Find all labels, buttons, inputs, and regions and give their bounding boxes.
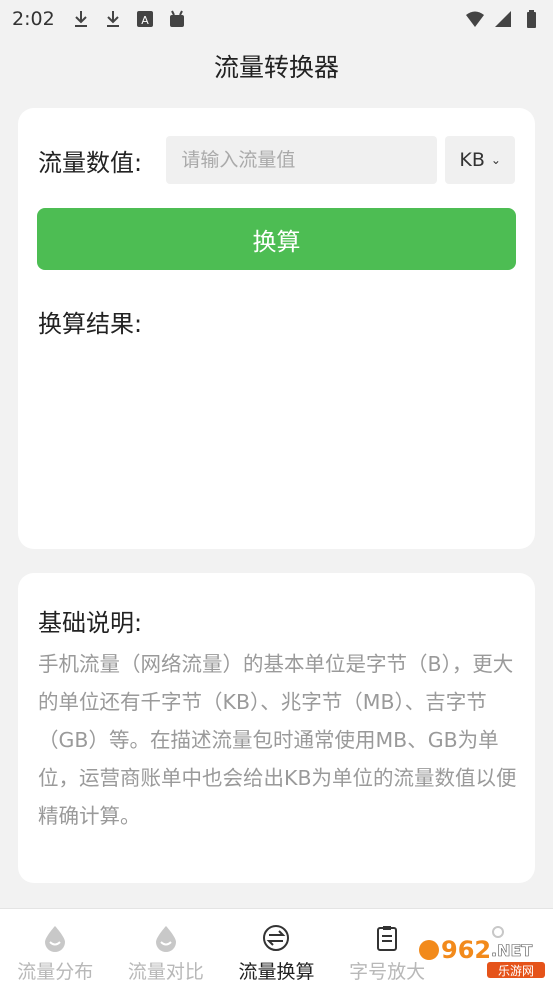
value-label: 流量数值: bbox=[38, 148, 143, 177]
clipboard-icon bbox=[377, 926, 398, 951]
exchange-icon bbox=[263, 925, 290, 951]
chevron-down-icon: ⌄ bbox=[490, 153, 501, 167]
android-icon bbox=[169, 10, 184, 27]
nav-item-traffic-compare[interactable]: 流量对比 bbox=[111, 909, 222, 984]
page-title: 流量转换器 bbox=[213, 53, 339, 82]
info-card: 基础说明: 手机流量（网络流量）的基本单位是字节（B），更大的单位还有千字节（K… bbox=[18, 573, 535, 883]
svg-text:A: A bbox=[141, 14, 149, 27]
svg-text:乐游网: 乐游网 bbox=[498, 964, 534, 978]
nav-label: 字号放大 bbox=[349, 961, 426, 983]
wifi-icon bbox=[466, 11, 484, 27]
svg-text:962: 962 bbox=[441, 936, 491, 964]
info-title: 基础说明: bbox=[38, 609, 143, 637]
nav-item-traffic-distribution[interactable]: 流量分布 bbox=[0, 909, 111, 984]
nav-label: 流量对比 bbox=[127, 961, 204, 983]
download-icon bbox=[106, 11, 119, 27]
drop-icon bbox=[155, 926, 176, 952]
battery-icon bbox=[527, 10, 536, 28]
convert-button[interactable]: 换算 bbox=[37, 208, 516, 270]
download-icon bbox=[74, 11, 87, 27]
svg-text:.NET: .NET bbox=[491, 941, 532, 960]
input-row: 流量数值: KB ⌄ bbox=[38, 136, 515, 184]
value-input[interactable] bbox=[166, 136, 438, 184]
watermark-logo: 962 .NET 乐游网 bbox=[419, 936, 545, 978]
converter-card: 流量数值: KB ⌄ 换算 换算结果: bbox=[18, 108, 535, 549]
nav-label: 流量分布 bbox=[17, 961, 94, 983]
info-text: 手机流量（网络流量）的基本单位是字节（B），更大的单位还有千字节（KB）、兆字节… bbox=[38, 652, 517, 828]
nav-label: 流量换算 bbox=[238, 961, 315, 983]
result-label: 换算结果: bbox=[38, 310, 143, 338]
status-bar: 2:02 A bbox=[0, 0, 553, 38]
signal-icon bbox=[495, 11, 511, 27]
app-a-icon: A bbox=[136, 11, 153, 27]
unit-select[interactable]: KB ⌄ bbox=[445, 136, 515, 184]
status-time: 2:02 bbox=[12, 8, 55, 30]
drop-icon bbox=[45, 926, 66, 952]
unit-selected-value: KB bbox=[459, 149, 485, 171]
nav-item-traffic-convert[interactable]: 流量换算 bbox=[221, 909, 332, 984]
